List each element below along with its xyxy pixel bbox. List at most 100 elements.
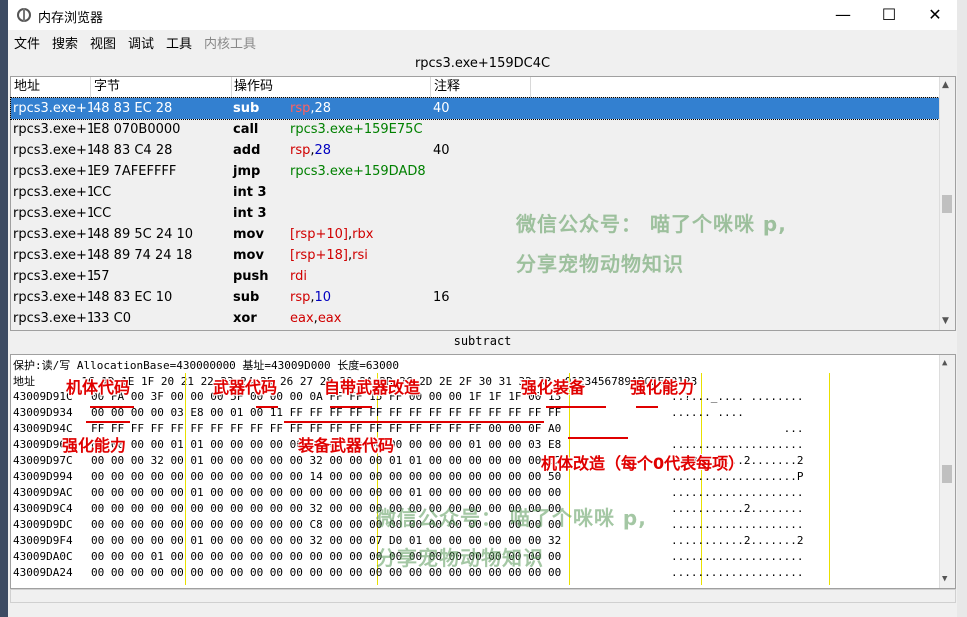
hex-address: 43009D9AC [13,486,73,499]
hex-row[interactable]: 43009D994 00 00 00 00 00 00 00 00 00 00 0… [13,469,933,485]
hex-ascii[interactable]: ...... .... [671,405,803,421]
menu-view[interactable]: 视图 [90,33,116,52]
disasm-row[interactable]: rpcs3.exe+159DC6048 89 5C 24 10 mov [rsp+1… [11,224,941,245]
operand-2: rsi [352,248,368,263]
maximize-button[interactable]: ☐ [866,3,912,27]
disasm-address: rpcs3.exe+159DC5F [13,206,93,221]
operand-1: rsp [290,101,311,116]
hex-ascii[interactable]: .................... [671,549,803,565]
close-button[interactable]: ✕ [912,3,958,27]
disasm-row[interactable]: rpcs3.exe+159DC6B48 83 EC 10 sub rsp,1016 [11,287,941,308]
header-opcode[interactable]: 操作码 [231,77,431,97]
disasm-address: rpcs3.exe+159DC5E [13,185,93,200]
disasm-comment: 40 [433,143,450,158]
title-bar[interactable]: 内存浏览器 — ☐ ✕ [8,0,957,30]
minimize-button[interactable]: — [820,3,866,27]
operand-1: rdi [290,269,307,284]
disasm-address: rpcs3.exe+159DC50 [13,122,93,137]
hex-address: 43009D994 [13,470,73,483]
desktop-background-left [0,0,8,617]
operand-2: rbx [352,227,374,242]
operand-1: eax [290,311,314,326]
disasm-bytes: CC [93,206,112,221]
disasm-row[interactable]: rpcs3.exe+159DC5ECC int 3 [11,182,941,203]
memory-viewer-window: 内存浏览器 — ☐ ✕ 文件 搜索 视图 调试 工具 内核工具 rpcs3.ex… [8,0,957,617]
window-title: 内存浏览器 [38,11,104,26]
disassembler-panel[interactable]: 地址 字节 操作码 注释 rpcs3.exe+159DC4C48 83 EC 2… [10,76,956,331]
disasm-row[interactable]: rpcs3.exe+159DC5548 83 C4 28 add rsp,2840 [11,140,941,161]
disasm-operands: [rsp+10],rbx [290,224,430,245]
disasm-opcode: int 3 [233,185,267,200]
operand-1: [rsp+18] [290,248,348,263]
menu-debug[interactable]: 调试 [128,33,154,52]
disasm-bytes: E9 7AFEFFFF [93,164,177,179]
disasm-row[interactable]: rpcs3.exe+159DC5FCC int 3 [11,203,941,224]
header-address[interactable]: 地址 [11,77,91,97]
disasm-row[interactable]: rpcs3.exe+159DC6F33 C0 xor eax,eax [11,308,941,329]
menu-kernel-tools[interactable]: 内核工具 [204,33,256,52]
menu-tools[interactable]: 工具 [166,33,192,52]
annotation-unit-code: 机体代码 [66,378,131,397]
hex-row[interactable]: 43009D91C 00 FA 00 3F 00 00 00 5F 00 00 0… [13,389,933,405]
hex-row[interactable]: 43009D934 00 00 00 00 03 E8 00 01 00 11 F… [13,405,933,421]
hex-scrollbar[interactable]: ▲ ▼ [939,355,955,588]
annotation-underline [284,421,544,423]
scroll-up-icon[interactable]: ▲ [942,80,949,90]
hex-ascii[interactable]: .................... [671,485,803,501]
disassembler-scrollbar[interactable]: ▲ ▼ [939,77,955,330]
disasm-opcode: sub [233,101,260,116]
operand-2: 10 [314,290,332,305]
scroll-up-icon[interactable]: ▲ [942,358,947,368]
hex-ascii[interactable]: ...........2........ [671,501,803,517]
hex-row[interactable]: 43009D9AC 00 00 00 00 00 01 00 00 00 00 0… [13,485,933,501]
hex-row[interactable]: 43009D964 00 00 00 00 01 01 00 00 00 00 0… [13,437,933,453]
annotation-upgrade-ability: 强化能力 [630,378,695,397]
disasm-bytes: 48 89 74 24 18 [93,248,193,263]
hex-bytes[interactable]: 00 00 00 00 00 00 00 00 00 00 00 14 00 0… [91,469,561,485]
hex-ascii[interactable]: .................... [671,517,803,533]
cheat-engine-icon [17,8,31,22]
disasm-bytes: 48 83 EC 10 [93,290,173,305]
hex-address: 43009D9DC [13,518,73,531]
disasm-row[interactable]: rpcs3.exe+159DC50E8 070B0000 call rpcs3.ex… [11,119,941,140]
hex-address: 43009D9F4 [13,534,73,547]
annotation-underline [90,406,134,408]
operand-1: rpcs3.exe+159E75C [290,122,423,137]
disasm-comment: 40 [433,101,450,116]
hex-ascii[interactable]: ...........2.......2 [671,533,803,549]
hex-ascii[interactable]: .................... [671,565,803,581]
disasm-address: rpcs3.exe+159DC6A [13,269,93,284]
disasm-bytes: 48 83 EC 28 [93,101,173,116]
disasm-opcode: call [233,122,259,137]
disasm-row[interactable]: rpcs3.exe+159DC6A57 push rdi [11,266,941,287]
annotation-equipped-weapon-code: 装备武器代码 [298,436,395,455]
operand-2: 28 [314,101,332,116]
hex-address: 43009DA24 [13,566,73,579]
disasm-row[interactable]: rpcs3.exe+159DC59E9 7AFEFFFF jmp rpcs3.exe… [11,161,941,182]
hex-row[interactable]: 43009D94C FF FF FF FF FF FF FF FF FF FF F… [13,421,933,437]
menu-file[interactable]: 文件 [14,33,40,52]
menu-search[interactable]: 搜索 [52,33,78,52]
hex-address: 43009D91C [13,390,73,403]
hex-ascii[interactable]: ... [671,421,804,437]
operand-2: eax [317,311,342,326]
operand-1: rpcs3.exe+159DAD8 [290,164,426,179]
watermark-line-1: 微信公众号： 喵了个咪咪 p, [376,506,647,530]
scroll-thumb[interactable] [942,465,952,483]
disasm-bytes: E8 070B0000 [93,122,181,137]
header-comment[interactable]: 注释 [431,77,531,97]
scroll-thumb[interactable] [942,195,952,213]
disasm-opcode: add [233,143,261,158]
hex-bytes[interactable]: 00 00 00 00 00 01 00 00 00 00 00 00 00 0… [91,485,561,501]
operand-1: rsp [290,290,311,305]
disasm-bytes: 48 83 C4 28 [93,143,173,158]
scroll-down-icon[interactable]: ▼ [942,316,949,326]
menu-bar: 文件 搜索 视图 调试 工具 内核工具 [8,30,957,52]
scroll-down-icon[interactable]: ▼ [942,574,947,584]
disasm-row[interactable]: rpcs3.exe+159DC4C48 83 EC 28 sub rsp,2840 [10,97,942,120]
disasm-row[interactable]: rpcs3.exe+159DC6548 89 74 24 18 mov [rsp+1… [11,245,941,266]
hex-row[interactable]: 43009D97C 00 00 00 32 00 01 00 00 00 00 0… [13,453,933,469]
horizontal-scrollbar[interactable] [10,589,956,603]
header-bytes[interactable]: 字节 [91,77,232,97]
hex-bytes[interactable]: 00 00 00 00 03 E8 00 01 00 11 FF FF FF F… [91,405,561,421]
